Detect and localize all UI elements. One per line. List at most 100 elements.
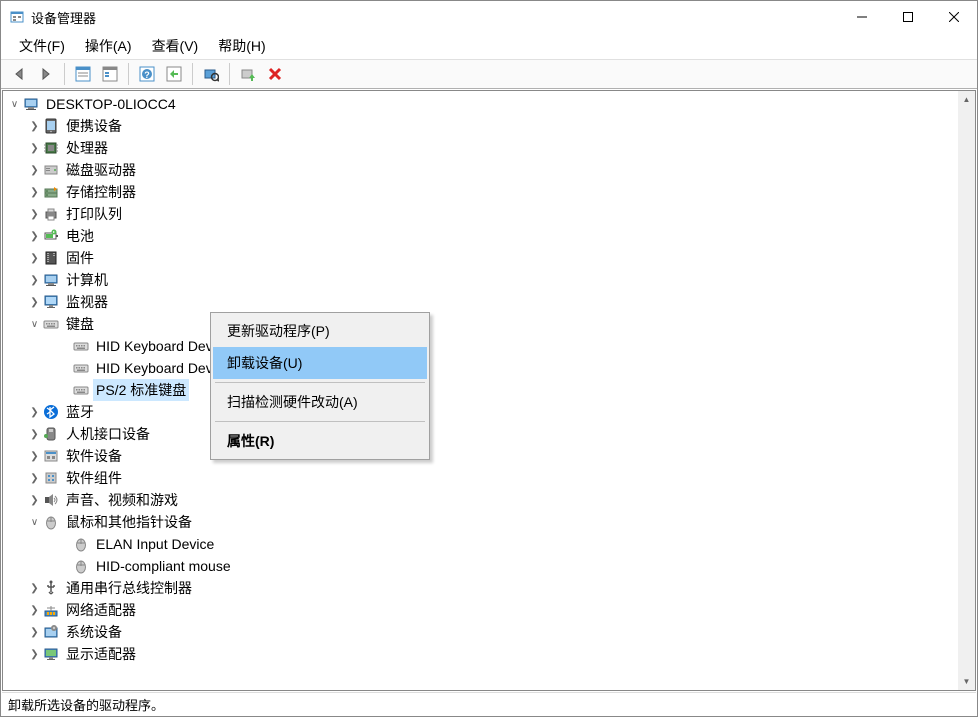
uninstall-button[interactable]	[263, 62, 287, 86]
expand-icon[interactable]: ❯	[27, 625, 42, 640]
title-bar: 设备管理器	[1, 1, 977, 33]
battery-icon	[43, 228, 59, 244]
storage-icon	[43, 184, 59, 200]
tree-category[interactable]: ❯人机接口设备	[3, 423, 958, 445]
status-bar: 卸载所选设备的驱动程序。	[2, 692, 976, 715]
vertical-scrollbar[interactable]: ▲ ▼	[958, 91, 975, 690]
scan-hardware-button[interactable]	[199, 62, 223, 86]
software-icon	[43, 448, 59, 464]
expand-icon[interactable]: ❯	[27, 163, 42, 178]
network-icon	[43, 602, 59, 618]
tree-device[interactable]: HID Keyboard Device	[3, 335, 958, 357]
back-button[interactable]	[7, 62, 31, 86]
tree-category[interactable]: ❯存储控制器	[3, 181, 958, 203]
menu-help[interactable]: 帮助(H)	[208, 33, 275, 59]
ctx-properties[interactable]: 属性(R)	[213, 425, 427, 457]
tree-device[interactable]: HID-compliant mouse	[3, 555, 958, 577]
menu-view[interactable]: 查看(V)	[142, 33, 209, 59]
tree-category[interactable]: ❯便携设备	[3, 115, 958, 137]
tree-device[interactable]: HID Keyboard Device	[3, 357, 958, 379]
expand-icon[interactable]: ❯	[27, 207, 42, 222]
tree-category[interactable]: ❯软件设备	[3, 445, 958, 467]
expand-icon[interactable]: ❯	[27, 647, 42, 662]
expand-icon[interactable]: ❯	[27, 229, 42, 244]
maximize-button[interactable]	[885, 1, 931, 33]
cpu-icon	[43, 140, 59, 156]
tree-category[interactable]: ❯打印队列	[3, 203, 958, 225]
ctx-scan-hardware[interactable]: 扫描检测硬件改动(A)	[213, 386, 427, 418]
component-icon	[43, 470, 59, 486]
computer-icon	[23, 96, 39, 112]
printer-icon	[43, 206, 59, 222]
collapse-icon[interactable]: ∨	[27, 515, 42, 530]
expand-icon[interactable]: ❯	[27, 427, 42, 442]
tree-category[interactable]: ❯系统设备	[3, 621, 958, 643]
scroll-down-icon[interactable]: ▼	[958, 673, 975, 690]
expand-icon[interactable]: ❯	[27, 295, 42, 310]
mouse-icon	[73, 536, 89, 552]
tree-category[interactable]: ❯监视器	[3, 291, 958, 313]
expand-icon[interactable]: ❯	[27, 185, 42, 200]
system-icon	[43, 624, 59, 640]
expand-icon[interactable]: ❯	[27, 471, 42, 486]
tree-category[interactable]: ❯磁盘驱动器	[3, 159, 958, 181]
tree-category[interactable]: ❯蓝牙	[3, 401, 958, 423]
tree-category[interactable]: ❯电池	[3, 225, 958, 247]
close-button[interactable]	[931, 1, 977, 33]
menu-bar: 文件(F) 操作(A) 查看(V) 帮助(H)	[1, 33, 977, 59]
expand-icon[interactable]: ❯	[27, 251, 42, 266]
ctx-update-driver[interactable]: 更新驱动程序(P)	[213, 315, 427, 347]
disk-icon	[43, 162, 59, 178]
properties-button[interactable]	[98, 62, 122, 86]
tree-category[interactable]: ❯网络适配器	[3, 599, 958, 621]
mouse-icon	[73, 558, 89, 574]
ctx-uninstall-device[interactable]: 卸载设备(U)	[213, 347, 427, 379]
tree-device[interactable]: ELAN Input Device	[3, 533, 958, 555]
tree-category-keyboard[interactable]: ∨键盘	[3, 313, 958, 335]
expand-icon[interactable]: ❯	[27, 603, 42, 618]
computer-icon	[43, 272, 59, 288]
expand-icon[interactable]: ❯	[27, 119, 42, 134]
menu-file[interactable]: 文件(F)	[9, 33, 75, 59]
update-driver-button[interactable]	[236, 62, 260, 86]
portable-device-icon	[43, 118, 59, 134]
tree-category[interactable]: ❯显示适配器	[3, 643, 958, 665]
tree-category[interactable]: ❯固件	[3, 247, 958, 269]
status-text: 卸载所选设备的驱动程序。	[8, 695, 164, 714]
tree-category[interactable]: ❯软件组件	[3, 467, 958, 489]
window-title: 设备管理器	[31, 8, 839, 27]
scroll-up-icon[interactable]: ▲	[958, 91, 975, 108]
tree-category[interactable]: ❯声音、视频和游戏	[3, 489, 958, 511]
ctx-separator	[215, 382, 425, 383]
expand-icon[interactable]: ❯	[27, 581, 42, 596]
expand-icon[interactable]: ❯	[27, 141, 42, 156]
bluetooth-icon	[43, 404, 59, 420]
expand-icon[interactable]: ❯	[27, 493, 42, 508]
tree-category-mouse[interactable]: ∨鼠标和其他指针设备	[3, 511, 958, 533]
tree-category[interactable]: ❯处理器	[3, 137, 958, 159]
tree-category[interactable]: ❯通用串行总线控制器	[3, 577, 958, 599]
collapse-icon[interactable]: ∨	[27, 317, 42, 332]
toolbar	[1, 59, 977, 89]
tree-device-selected[interactable]: PS/2 标准键盘	[3, 379, 958, 401]
keyboard-icon	[73, 382, 89, 398]
collapse-icon[interactable]: ∨	[7, 97, 22, 112]
action-button[interactable]	[162, 62, 186, 86]
show-hide-tree-button[interactable]	[71, 62, 95, 86]
context-menu: 更新驱动程序(P) 卸载设备(U) 扫描检测硬件改动(A) 属性(R)	[210, 312, 430, 460]
usb-icon	[43, 580, 59, 596]
menu-action[interactable]: 操作(A)	[75, 33, 142, 59]
tree-category[interactable]: ❯计算机	[3, 269, 958, 291]
sound-icon	[43, 492, 59, 508]
device-tree[interactable]: ∨DESKTOP-0LIOCC4 ❯便携设备 ❯处理器 ❯磁盘驱动器 ❯存储控制…	[3, 91, 958, 690]
tree-root[interactable]: ∨DESKTOP-0LIOCC4	[3, 93, 958, 115]
firmware-icon	[43, 250, 59, 266]
minimize-button[interactable]	[839, 1, 885, 33]
forward-button[interactable]	[34, 62, 58, 86]
display-icon	[43, 646, 59, 662]
help-button[interactable]	[135, 62, 159, 86]
expand-icon[interactable]: ❯	[27, 273, 42, 288]
expand-icon[interactable]: ❯	[27, 449, 42, 464]
expand-icon[interactable]: ❯	[27, 405, 42, 420]
monitor-icon	[43, 294, 59, 310]
